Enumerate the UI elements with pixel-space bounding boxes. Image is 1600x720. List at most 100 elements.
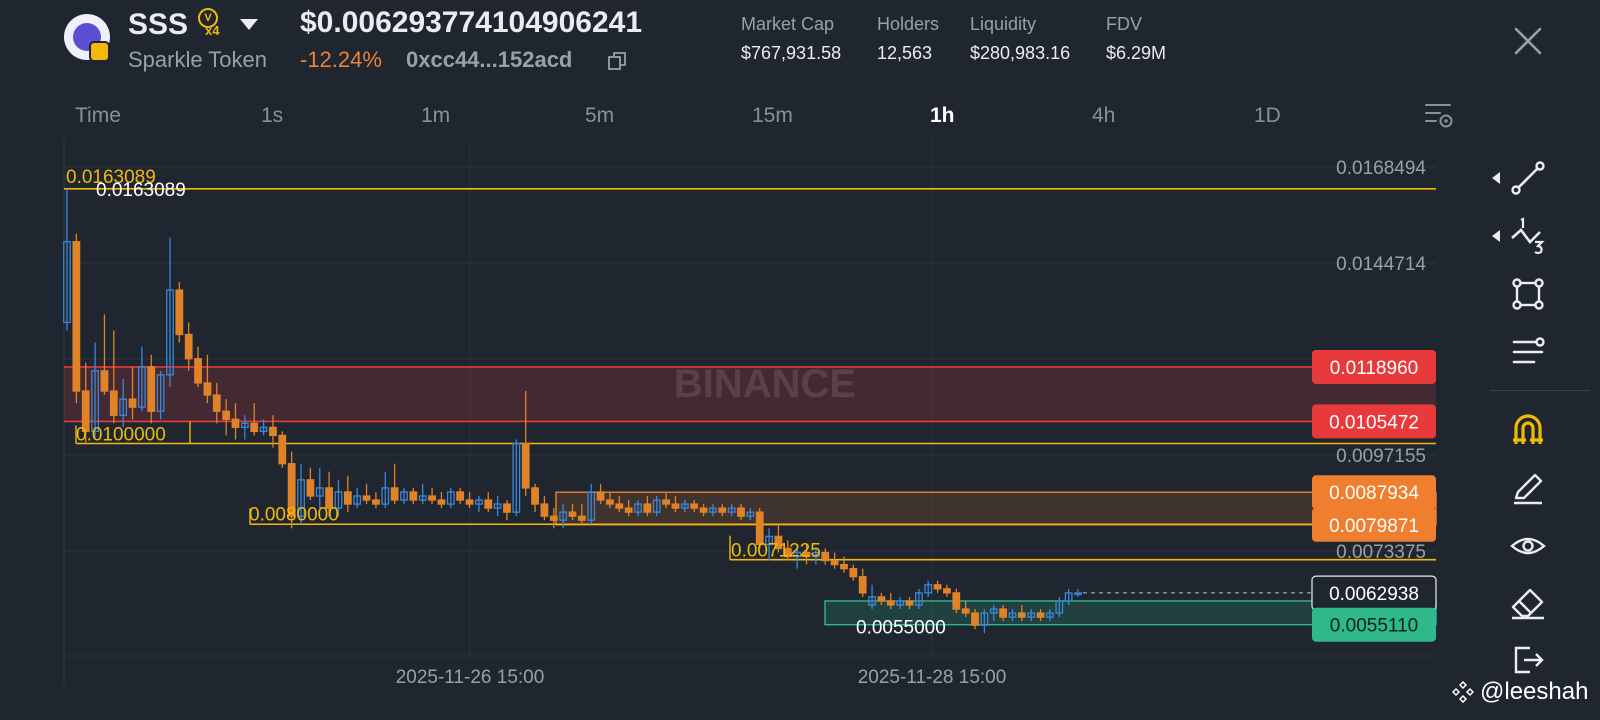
- token-symbol: SSS: [128, 8, 189, 41]
- stat-value: $767,931.58: [741, 43, 842, 63]
- candle[interactable]: [343, 475, 352, 513]
- candle-body: [840, 563, 848, 570]
- candle[interactable]: [830, 552, 839, 569]
- candle[interactable]: [474, 495, 483, 513]
- trend-line-icon[interactable]: [1508, 158, 1548, 198]
- stat-value: 12,563: [877, 43, 933, 63]
- chart-settings-icon[interactable]: [1424, 100, 1454, 130]
- candle[interactable]: [540, 495, 549, 521]
- pencil-icon[interactable]: [1508, 468, 1548, 508]
- candle[interactable]: [943, 584, 951, 597]
- stat-label: Market Cap: [741, 14, 835, 34]
- candle[interactable]: [353, 487, 362, 509]
- candle[interactable]: [100, 314, 109, 396]
- contract-address: 0xcc44...152acd: [406, 47, 573, 72]
- token-dropdown-chevron-icon[interactable]: [240, 19, 258, 30]
- candle[interactable]: [278, 431, 287, 468]
- candle[interactable]: [418, 483, 427, 505]
- candle[interactable]: [1074, 588, 1082, 597]
- candle[interactable]: [362, 483, 371, 505]
- candle[interactable]: [868, 584, 876, 610]
- chart-window: SSS V x4 Sparkle Token $0.00629377410490…: [0, 0, 1600, 720]
- candle[interactable]: [175, 282, 184, 343]
- candle[interactable]: [465, 491, 474, 509]
- rectangle-tool-icon[interactable]: [1508, 274, 1548, 314]
- token-price: $0.006293774104906241: [300, 6, 643, 39]
- token-name: Sparkle Token: [128, 47, 268, 72]
- svg-text:0.0118960: 0.0118960: [1330, 358, 1418, 379]
- candle-body: [933, 584, 942, 590]
- tab-1h[interactable]: 1h: [930, 104, 955, 128]
- candle[interactable]: [428, 487, 436, 505]
- candle-body: [484, 499, 493, 509]
- candle[interactable]: [372, 491, 380, 509]
- candle[interactable]: [381, 471, 390, 509]
- candle[interactable]: [456, 487, 465, 505]
- candle[interactable]: [446, 487, 455, 509]
- tab-4h[interactable]: 4h: [1092, 104, 1115, 128]
- candle[interactable]: [512, 439, 521, 517]
- level-annotation: 0.0055000: [856, 618, 946, 639]
- svg-text:0.0105472: 0.0105472: [1329, 412, 1419, 433]
- candle[interactable]: [409, 487, 418, 505]
- expand-arrow-icon[interactable]: [1492, 230, 1500, 242]
- candle[interactable]: [166, 237, 174, 387]
- level-annotation: 0.0071225: [731, 541, 821, 562]
- candle[interactable]: [72, 233, 81, 404]
- watermark-handle: @leeshah: [1452, 678, 1588, 706]
- tab-1d[interactable]: 1D: [1254, 104, 1281, 128]
- candle-body: [662, 499, 671, 505]
- token-header: SSS V x4 Sparkle Token $0.00629377410490…: [0, 0, 1600, 90]
- candle[interactable]: [849, 564, 858, 581]
- candle[interactable]: [952, 588, 961, 614]
- stat-value: $280,983.16: [970, 43, 1071, 63]
- candle[interactable]: [400, 487, 408, 505]
- expand-arrow-icon[interactable]: [1492, 172, 1500, 184]
- candle-body: [849, 568, 858, 578]
- fibonacci-icon[interactable]: [1508, 216, 1548, 256]
- exit-icon[interactable]: [1508, 640, 1548, 680]
- candle[interactable]: [194, 346, 202, 387]
- candle[interactable]: [184, 322, 193, 371]
- stat-holders: Holders 12,563: [877, 14, 939, 64]
- candle[interactable]: [484, 491, 493, 513]
- candle-body: [231, 418, 240, 429]
- candle[interactable]: [390, 463, 399, 505]
- candle-body: [278, 434, 287, 465]
- candle[interactable]: [933, 580, 942, 593]
- close-icon[interactable]: [1513, 26, 1543, 56]
- candle[interactable]: [924, 580, 933, 597]
- x-axis-tick: 2025-11-28 15:00: [858, 667, 1007, 688]
- candle[interactable]: [858, 568, 867, 597]
- tab-1m[interactable]: 1m: [421, 104, 450, 128]
- candle-body: [72, 241, 81, 392]
- eye-icon[interactable]: [1508, 526, 1548, 566]
- candle[interactable]: [63, 189, 71, 331]
- level-annotation: 0.0080000: [249, 504, 339, 525]
- tab-1s[interactable]: 1s: [261, 104, 283, 128]
- candle-body: [175, 289, 184, 336]
- tab-5m[interactable]: 5m: [585, 104, 614, 128]
- level-annotation: 0.0163089: [96, 180, 186, 201]
- candle[interactable]: [315, 467, 324, 509]
- candle[interactable]: [503, 500, 511, 521]
- candle[interactable]: [531, 483, 539, 513]
- magnet-icon[interactable]: [1508, 410, 1548, 450]
- candle[interactable]: [437, 491, 446, 509]
- horizontal-lines-icon[interactable]: [1508, 332, 1548, 372]
- price-label-resistance: 0.0105472: [1312, 404, 1436, 439]
- x-axis: 2025-11-26 15:00 2025-11-28 15:00: [396, 667, 1007, 688]
- candle-body: [943, 588, 951, 594]
- stat-label: Liquidity: [970, 14, 1037, 34]
- candle-body: [521, 442, 530, 489]
- eraser-icon[interactable]: [1508, 584, 1548, 624]
- candle[interactable]: [493, 495, 502, 517]
- tab-15m[interactable]: 15m: [752, 104, 793, 128]
- time-label[interactable]: Time: [75, 104, 121, 128]
- binance-logo-icon: [1452, 681, 1474, 703]
- candle[interactable]: [306, 467, 315, 501]
- price-chart[interactable]: BINANCE 0.01630890.01630890.01000000.008…: [0, 140, 1470, 710]
- copy-icon[interactable]: [608, 52, 626, 70]
- y-axis-tick: 0.0144714: [1336, 254, 1426, 275]
- chain-badge-icon: [89, 41, 110, 62]
